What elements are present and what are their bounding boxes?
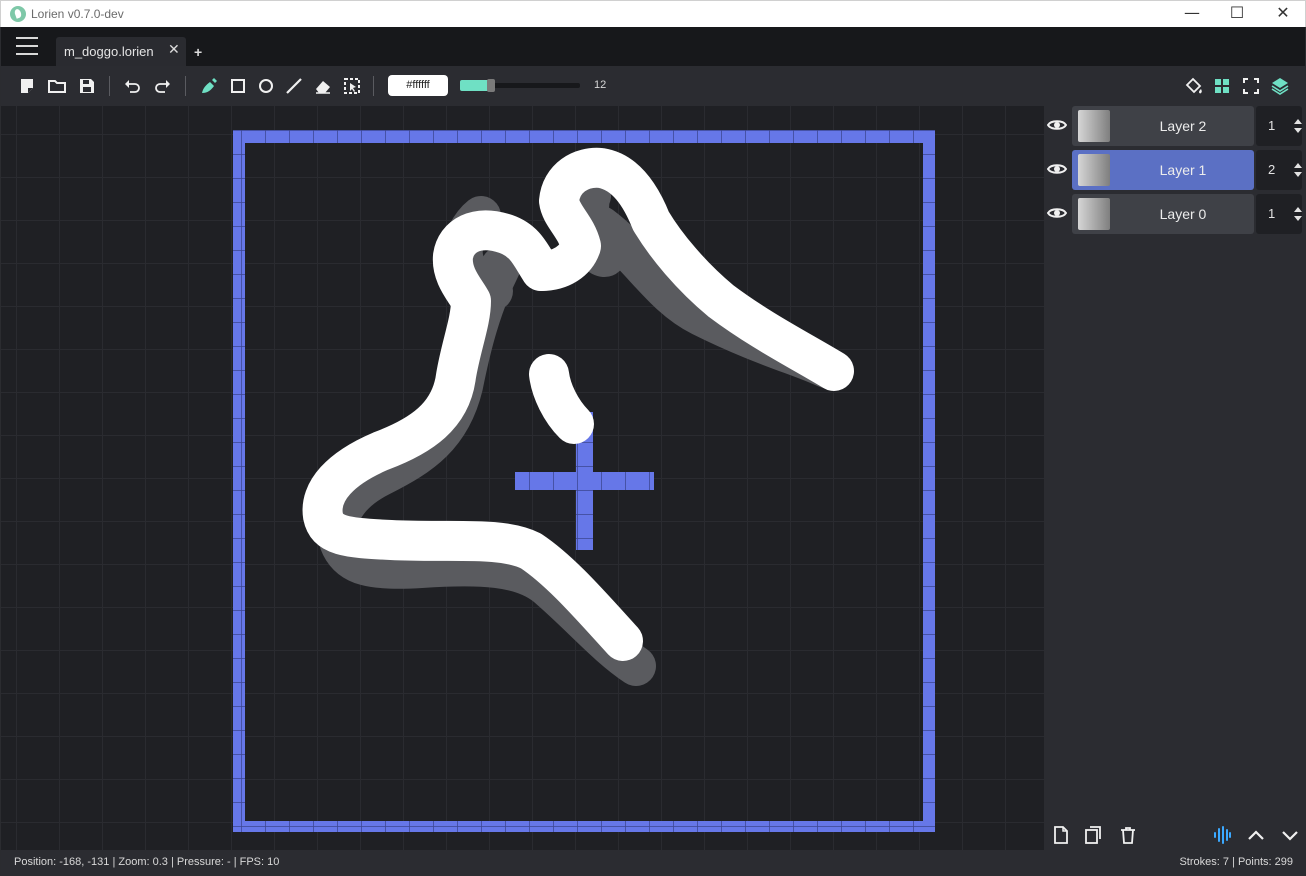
fullscreen-icon[interactable] bbox=[1241, 76, 1261, 96]
redo-icon[interactable] bbox=[153, 76, 173, 96]
brush-color-field[interactable]: #ffffff bbox=[388, 75, 448, 96]
status-info-right: Strokes: 7 | Points: 299 bbox=[1179, 856, 1293, 868]
tab-label: m_doggo.lorien bbox=[64, 44, 154, 59]
new-tab-button[interactable]: + bbox=[194, 44, 202, 60]
move-layer-down-icon[interactable] bbox=[1280, 825, 1300, 845]
selection-icon[interactable] bbox=[342, 76, 362, 96]
toolbar-separator bbox=[185, 76, 186, 96]
slider-handle[interactable] bbox=[487, 79, 496, 92]
layer-name: Layer 0 bbox=[1159, 206, 1207, 222]
layer-row[interactable]: Layer 1 2 bbox=[1044, 150, 1306, 190]
new-file-icon[interactable] bbox=[17, 76, 37, 96]
circle-icon[interactable] bbox=[256, 76, 276, 96]
layer-spinbox[interactable]: 1 bbox=[1256, 194, 1302, 234]
layers-panel: Layer 2 1 Layer 1 2 Layer 0 1 bbox=[1044, 106, 1306, 850]
layer-value: 1 bbox=[1268, 118, 1276, 133]
layer-button[interactable]: Layer 2 bbox=[1072, 106, 1254, 146]
spin-arrows-icon[interactable] bbox=[1294, 206, 1302, 222]
eye-icon[interactable] bbox=[1046, 160, 1068, 178]
app-logo-icon bbox=[10, 6, 26, 22]
layer-button-active[interactable]: Layer 1 bbox=[1072, 150, 1254, 190]
layer-thumbnail bbox=[1078, 198, 1110, 230]
layer-row[interactable]: Layer 2 1 bbox=[1044, 106, 1306, 146]
brush-size-value: 12 bbox=[594, 79, 607, 91]
tab-close-icon[interactable]: ✕ bbox=[168, 42, 180, 58]
new-layer-icon[interactable] bbox=[1051, 825, 1071, 845]
spin-arrows-icon[interactable] bbox=[1294, 118, 1302, 134]
grid-icon[interactable] bbox=[1212, 76, 1232, 96]
save-icon[interactable] bbox=[77, 76, 97, 96]
window-title: Lorien v0.7.0-dev bbox=[31, 7, 124, 21]
layer-name: Layer 2 bbox=[1159, 118, 1207, 134]
status-info-left: Position: -168, -131 | Zoom: 0.3 | Press… bbox=[14, 856, 280, 868]
hamburger-menu-icon[interactable] bbox=[16, 37, 38, 55]
spin-arrows-icon[interactable] bbox=[1294, 162, 1302, 178]
undo-icon[interactable] bbox=[122, 76, 142, 96]
layer-spinbox[interactable]: 1 bbox=[1256, 106, 1302, 146]
tab-m-doggo[interactable]: m_doggo.lorien ✕ bbox=[56, 37, 186, 66]
line-icon[interactable] bbox=[284, 76, 304, 96]
minimize-button[interactable]: — bbox=[1169, 1, 1215, 27]
close-window-button[interactable]: ✕ bbox=[1260, 1, 1306, 27]
brush-icon[interactable] bbox=[199, 76, 219, 96]
layer-value: 2 bbox=[1268, 162, 1276, 177]
tab-bar: m_doggo.lorien ✕ + bbox=[0, 27, 1306, 66]
layer-value: 1 bbox=[1268, 206, 1276, 221]
canvas-drawing bbox=[233, 130, 935, 832]
eraser-icon[interactable] bbox=[313, 76, 333, 96]
layer-thumbnail bbox=[1078, 110, 1110, 142]
fill-bucket-icon[interactable] bbox=[1184, 76, 1204, 96]
maximize-button[interactable]: ☐ bbox=[1214, 1, 1260, 27]
layer-thumbnail bbox=[1078, 154, 1110, 186]
open-folder-icon[interactable] bbox=[47, 76, 67, 96]
drawing-canvas[interactable] bbox=[0, 106, 1044, 850]
status-bar: Position: -168, -131 | Zoom: 0.3 | Press… bbox=[0, 850, 1306, 876]
toolbar: #ffffff 12 bbox=[0, 66, 1306, 106]
duplicate-layer-icon[interactable] bbox=[1084, 825, 1104, 845]
toolbar-separator bbox=[109, 76, 110, 96]
layer-name: Layer 1 bbox=[1159, 162, 1207, 178]
rectangle-icon[interactable] bbox=[228, 76, 248, 96]
move-layer-up-icon[interactable] bbox=[1246, 825, 1266, 845]
layer-button[interactable]: Layer 0 bbox=[1072, 194, 1254, 234]
delete-layer-icon[interactable] bbox=[1118, 825, 1138, 845]
audio-waveform-icon[interactable] bbox=[1212, 825, 1232, 845]
layer-spinbox[interactable]: 2 bbox=[1256, 150, 1302, 190]
eye-icon[interactable] bbox=[1046, 116, 1068, 134]
brush-size-slider[interactable] bbox=[460, 79, 580, 92]
title-bar: Lorien v0.7.0-dev — ☐ ✕ bbox=[0, 0, 1306, 27]
toolbar-separator bbox=[373, 76, 374, 96]
layers-icon[interactable] bbox=[1270, 76, 1290, 96]
eye-icon[interactable] bbox=[1046, 204, 1068, 222]
layer-row[interactable]: Layer 0 1 bbox=[1044, 194, 1306, 234]
